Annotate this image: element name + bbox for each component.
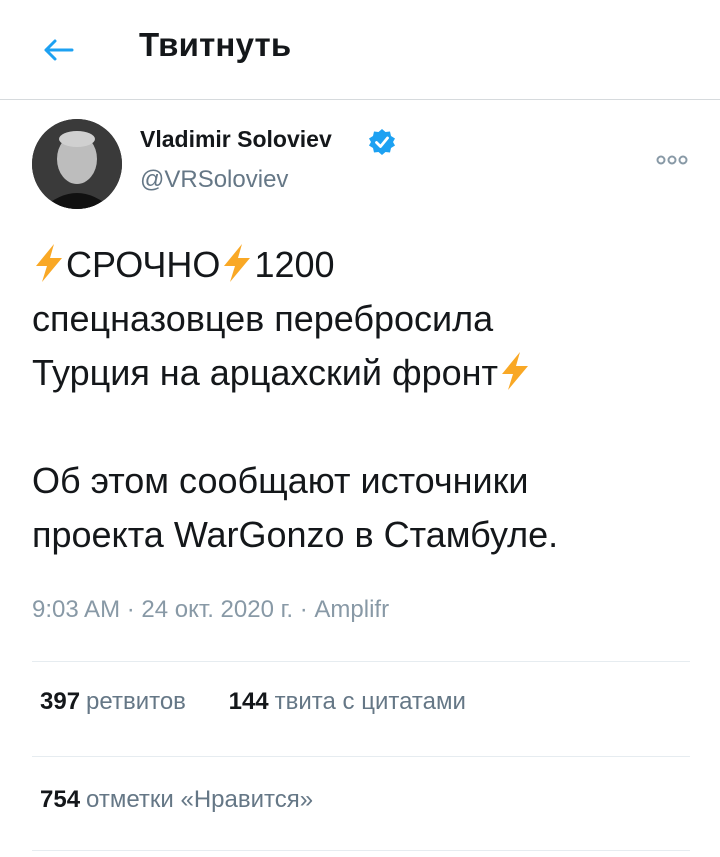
tweet-meta: 9:03 AM · 24 окт. 2020 г. · Amplifr bbox=[32, 596, 389, 624]
divider bbox=[32, 850, 690, 851]
likes-row: 754 отметки «Нравится» bbox=[40, 786, 349, 814]
tweet-text-front: Турция на арцахский фронт bbox=[32, 352, 498, 393]
quotes-count: 144 bbox=[228, 688, 269, 715]
retweets-label: ретвитов bbox=[86, 688, 186, 715]
meta-separator: · bbox=[293, 596, 315, 623]
likes-label: отметки «Нравится» bbox=[86, 786, 314, 813]
retweets-count: 397 bbox=[40, 688, 81, 715]
divider bbox=[32, 661, 690, 662]
avatar[interactable] bbox=[32, 119, 122, 209]
author-handle[interactable]: @VRSoloviev bbox=[140, 166, 288, 194]
tweet-time: 9:03 AM bbox=[32, 596, 121, 623]
meta-separator: · bbox=[120, 596, 142, 623]
divider bbox=[32, 756, 690, 757]
tweet-line: проекта WarGonzo в Стамбуле. bbox=[32, 514, 559, 555]
tweet-text-number: 1200 bbox=[254, 244, 335, 285]
lightning-bolt-icon bbox=[36, 244, 62, 282]
tweet-line: СРОЧНО 1200 bbox=[32, 238, 692, 292]
arrow-left-icon bbox=[44, 39, 74, 61]
page-title: Твитнуть bbox=[139, 26, 292, 63]
tweet-text: СРОЧНО 1200 спецназовцев перебросила Турц… bbox=[32, 238, 692, 562]
back-button[interactable] bbox=[36, 28, 80, 72]
tweet-text-urgent: СРОЧНО bbox=[66, 244, 221, 285]
author-name[interactable]: Vladimir Soloviev bbox=[140, 126, 332, 153]
tweet-line: Об этом сообщают источники bbox=[32, 460, 529, 501]
stats-row: 397 ретвитов 144 твита с цитатами bbox=[40, 688, 502, 716]
lightning-bolt-icon bbox=[502, 352, 528, 390]
tweet-line: Турция на арцахский фронт bbox=[32, 346, 692, 400]
profile-photo bbox=[32, 119, 122, 209]
quotes-label: твита с цитатами bbox=[274, 688, 466, 715]
lightning-bolt-icon bbox=[224, 244, 251, 282]
verified-badge-icon bbox=[369, 129, 395, 155]
quotes-stat[interactable]: 144 твита с цитатами bbox=[229, 688, 466, 716]
likes-stat[interactable]: 754 отметки «Нравится» bbox=[40, 786, 313, 814]
likes-count: 754 bbox=[40, 786, 81, 813]
tweet-source-link[interactable]: Amplifr bbox=[314, 596, 389, 623]
top-bar: Твитнуть bbox=[0, 0, 720, 100]
retweets-stat[interactable]: 397 ретвитов bbox=[40, 688, 186, 716]
tweet-line: спецназовцев перебросила bbox=[32, 298, 494, 339]
more-options-icon[interactable] bbox=[652, 146, 692, 174]
tweet-date: 24 окт. 2020 г. bbox=[141, 596, 294, 623]
